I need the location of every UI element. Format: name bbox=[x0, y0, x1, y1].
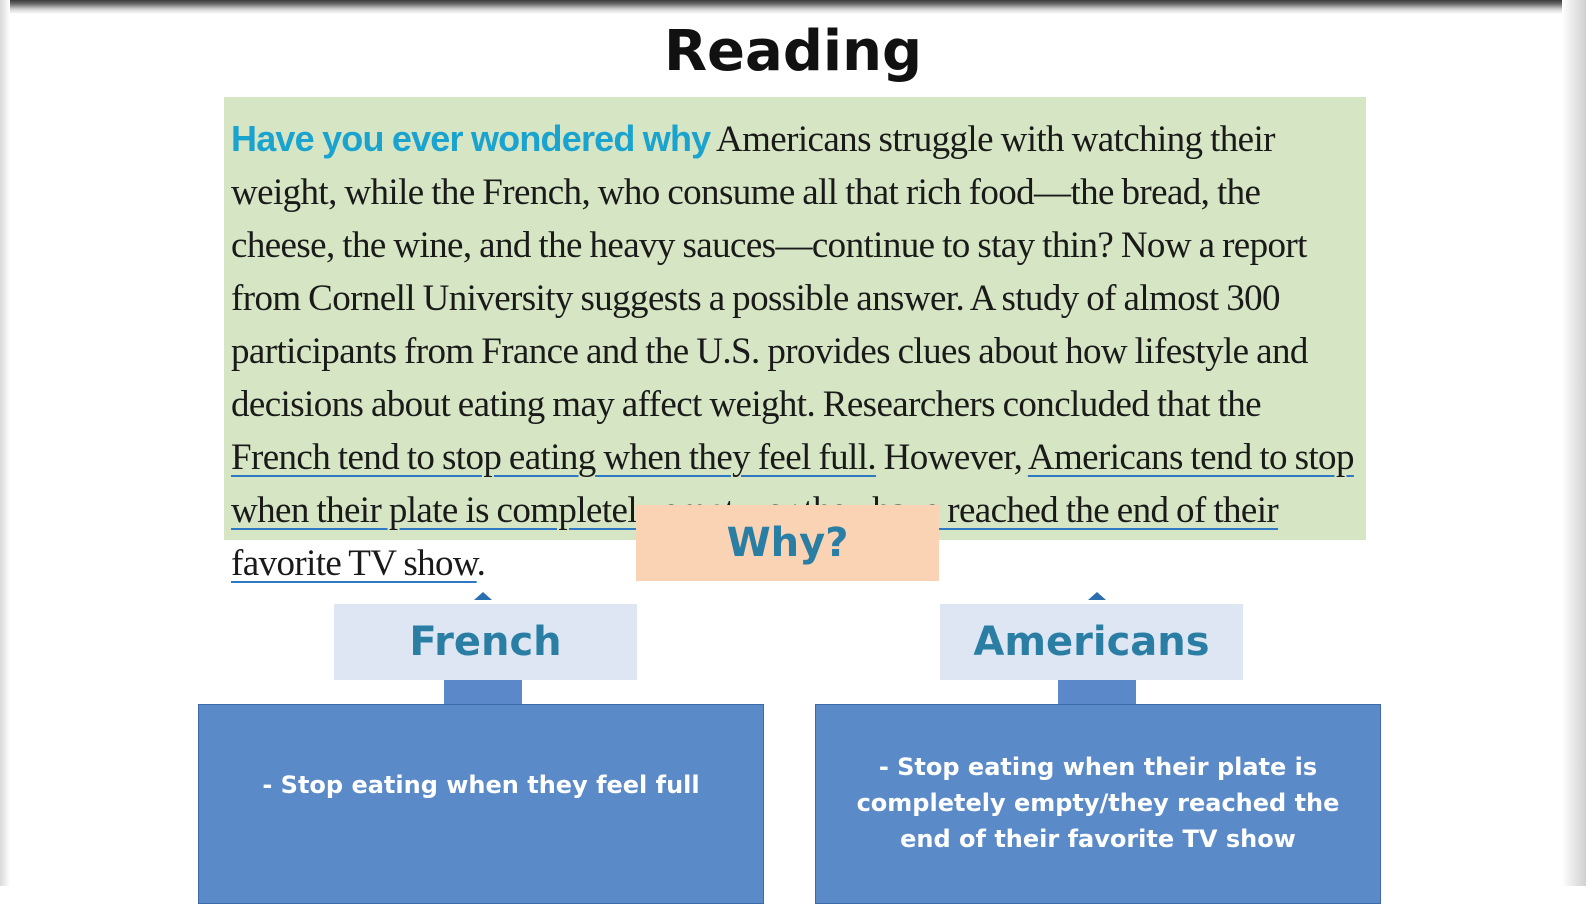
window-right-shadow bbox=[1562, 0, 1586, 886]
slide-title: Reading bbox=[663, 19, 923, 84]
window-left-shadow bbox=[0, 0, 10, 886]
americans-detail-text: - Stop eating when their plate is comple… bbox=[856, 753, 1340, 853]
americans-label-box: Americans bbox=[940, 604, 1243, 680]
arrow-up-icon bbox=[474, 592, 492, 600]
window-top-shadow bbox=[0, 0, 1586, 14]
arrow-up-icon bbox=[1088, 592, 1106, 600]
french-label-box: French bbox=[334, 604, 637, 680]
americans-connector bbox=[1058, 680, 1136, 704]
french-detail-box: - Stop eating when they feel full bbox=[198, 704, 764, 904]
question-box: Why? bbox=[636, 505, 939, 581]
passage-text: However, bbox=[876, 437, 1028, 478]
french-detail-text: - Stop eating when they feel full bbox=[262, 771, 700, 799]
passage-text: . bbox=[476, 543, 486, 584]
passage-text: Americans struggle with watching their w… bbox=[231, 119, 1308, 425]
french-connector bbox=[444, 680, 522, 704]
americans-detail-box: - Stop eating when their plate is comple… bbox=[815, 704, 1381, 904]
passage-lead: Have you ever wondered why bbox=[231, 118, 711, 159]
passage-highlight-french: French tend to stop eating when they fee… bbox=[231, 437, 877, 478]
